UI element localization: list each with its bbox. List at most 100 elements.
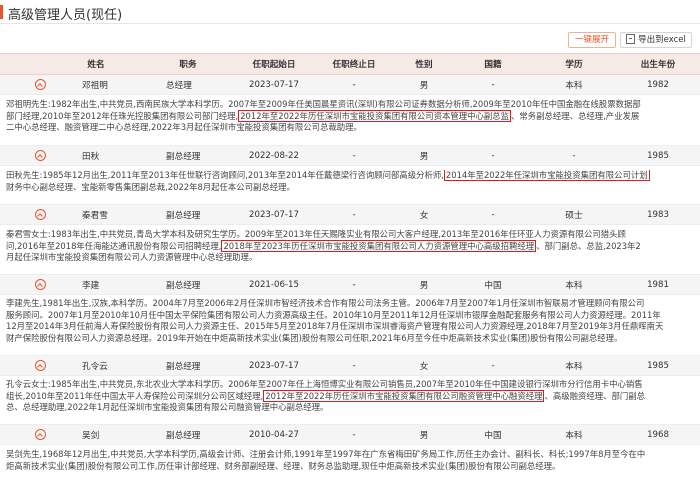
highlighted-text: 2012年至2022年历任深圳市宝能投资集团有限公司资本管理中心副总监	[238, 109, 511, 122]
export-label: 导出到excel	[638, 35, 686, 45]
chevron-up-icon[interactable]	[34, 209, 46, 220]
bio-text: 部门经理,2010年至2012年任珠光控股集团有限公司部门经理,	[6, 110, 239, 121]
collapse-toggle[interactable]	[30, 356, 50, 375]
person-name: 孔令云	[82, 361, 108, 372]
bio-line: 田秋先生:1985年12月出生,2011年至2013年任世联行咨询顾问,2013…	[6, 170, 694, 182]
column-header-gender[interactable]: 性别	[394, 54, 454, 74]
gender: 男	[419, 430, 429, 441]
person-name: 秦君雪	[82, 210, 108, 221]
bio-line: 12月至2014年3月任前海人寿保险股份有限公司人力资源主任、2015年5月至2…	[6, 321, 694, 333]
end-date: -	[352, 209, 356, 220]
table-row[interactable]: 邓祖明 总经理 2023-07-17 - 男 - 本科 1982	[0, 75, 700, 95]
end-date: -	[352, 429, 356, 440]
person-bio: 吴剑先生,1968年12月出生,中共党员,大学本科学历,高级会计师、注册会计师,…	[6, 449, 694, 472]
chevron-up-icon[interactable]	[34, 279, 46, 290]
bio-line: 二中心总经理、融资管理二中心总经理,2022年3月起任深圳市宝能投资集团有限公司…	[6, 122, 694, 134]
accent-bar	[0, 5, 3, 19]
person-bio: 秦君雪女士:1983年出生,中共党员,青岛大学本科及研究生学历。2009年至20…	[6, 229, 694, 264]
start-date: 2023-07-17	[249, 360, 299, 371]
column-header-birth-year[interactable]: 出生年份	[616, 54, 700, 74]
section-title: 高级管理人员(现任)	[8, 8, 123, 23]
highlighted-text: 2018年至2023年历任深圳市宝能投资集团有限公司人力资源管理中心高级招聘经理	[221, 239, 537, 252]
person-title: 副总经理	[166, 280, 201, 291]
bio-line: 服务顾问。2007年1月至2010年10月任中国太平保险集团有限公司人力资源高级…	[6, 310, 694, 322]
bio-line: 吴剑先生,1968年12月出生,中共党员,大学本科学历,高级会计师、注册会计师,…	[6, 449, 694, 461]
bio-line: 炬高新技术实业(集团)股份有限公司工作,历任审计部经理、财务部副经理、经理、财务…	[6, 461, 694, 473]
bio-line: 组长,2010年至2011年任中国太平人寿保险公司深圳分公司区域经理, 2012年…	[6, 389, 694, 403]
education: 本科	[565, 430, 583, 441]
education: 本科	[565, 361, 583, 372]
end-date: -	[352, 360, 356, 371]
education: 硕士	[565, 210, 583, 221]
collapse-toggle[interactable]	[30, 75, 50, 94]
table-row[interactable]: 吴剑 副总经理 2010-04-27 - 男 中国 本科 1968	[0, 425, 700, 445]
education: -	[572, 150, 576, 161]
column-header-name[interactable]: 姓名	[50, 54, 142, 74]
column-header-nationality[interactable]: 国籍	[454, 54, 532, 74]
collapse-toggle[interactable]	[30, 146, 50, 165]
column-header-education[interactable]: 学历	[532, 54, 616, 74]
bio-text: 田秋先生:1985年12月出生,2011年至2013年任世联行咨询顾问,2013…	[6, 170, 444, 180]
collapse-toggle[interactable]	[30, 425, 50, 444]
bio-line: 秦君雪女士:1983年出生,中共党员,青岛大学本科及研究生学历。2009年至20…	[6, 229, 694, 241]
person-name: 邓祖明	[82, 80, 108, 91]
chevron-up-icon[interactable]	[34, 150, 46, 161]
table-row[interactable]: 秦君雪 副总经理 2023-07-17 - 女 - 硕士 1983	[0, 205, 700, 225]
bio-line: 部门经理,2010年至2012年任珠光控股集团有限公司部门经理, 2012年至20…	[6, 109, 694, 123]
bio-text: 、部门副总、总监,2023年2	[536, 240, 641, 251]
birth-year: 1985	[647, 150, 669, 161]
bio-text: 邓祖明先生:1982年出生,中共党员,西南民族大学本科学历。2007年至2009…	[6, 99, 641, 109]
bio-text: 吴剑先生,1968年12月出生,中共党员,大学本科学历,高级会计师、注册会计师,…	[6, 449, 646, 459]
table-row[interactable]: 田秋 副总经理 2022-08-22 - 男 - - 1985	[0, 146, 700, 166]
person-bio: 孔令云女士:1985年出生,中共党员,东北农业大学本科学历。2006年至2007…	[6, 379, 694, 414]
bio-line: 孔令云女士:1985年出生,中共党员,东北农业大学本科学历。2006年至2007…	[6, 379, 694, 391]
education: 本科	[565, 280, 583, 291]
chevron-up-icon[interactable]	[34, 360, 46, 371]
column-header-start-date[interactable]: 任职起始日	[234, 54, 314, 74]
table-row[interactable]: 李建 副总经理 2021-06-15 - 男 中国 本科 1981	[0, 275, 700, 295]
highlighted-text: 2014年至2022年任深圳市宝能投资集团有限公司计划	[443, 170, 650, 181]
table-row[interactable]: 孔令云 副总经理 2023-07-17 - 女 - 本科 1985	[0, 356, 700, 376]
chevron-up-icon[interactable]	[34, 429, 46, 440]
expand-all-button[interactable]: 一键展开	[568, 32, 616, 48]
bio-line: 月起任深圳市宝能投资集团有限公司人力资源管理中心总经理助理。	[6, 252, 694, 264]
birth-year: 1982	[647, 79, 669, 90]
start-date: 2023-07-17	[249, 79, 299, 90]
person-title: 副总经理	[166, 151, 201, 162]
nationality: 中国	[484, 430, 502, 441]
bio-line: 李建先生,1981年出生,汉族,本科学历。2004年7月至2006年2月任深圳市…	[6, 298, 694, 310]
bio-line: 财产保险股份有限公司人力资源总经理。2019年开始在中炬高新技术实业(集团)股份…	[6, 333, 694, 345]
bio-line: 邓祖明先生:1982年出生,中共党员,西南民族大学本科学历。2007年至2009…	[6, 99, 694, 111]
person-bio: 李建先生,1981年出生,汉族,本科学历。2004年7月至2006年2月任深圳市…	[6, 298, 694, 344]
excel-icon	[626, 34, 636, 44]
nationality: -	[491, 150, 495, 161]
collapse-toggle[interactable]	[30, 205, 50, 224]
column-header-end-date[interactable]: 任职终止日	[314, 54, 394, 74]
bio-text: 总、总经理助理,2022年1月起任深圳市宝能投资集团有限公司融资管理中心副总经理…	[6, 402, 329, 413]
bio-text: 财产保险股份有限公司人力资源总经理。2019年开始在中炬高新技术实业(集团)股份…	[6, 332, 623, 343]
table-header: 姓名 职务 任职起始日 任职终止日 性别 国籍 学历 出生年份	[0, 53, 700, 75]
person-name: 田秋	[82, 151, 100, 162]
chevron-up-icon[interactable]	[34, 79, 46, 90]
end-date: -	[352, 279, 356, 290]
person-bio: 田秋先生:1985年12月出生,2011年至2013年任世联行咨询顾问,2013…	[6, 170, 694, 193]
person-title: 副总经理	[166, 430, 201, 441]
bio-line: 问,2016年至2018年任海能达通讯股份有限公司招聘经理, 2018年至2023…	[6, 239, 694, 253]
gender: 女	[419, 361, 429, 372]
person-title: 副总经理	[166, 361, 201, 372]
birth-year: 1981	[647, 279, 669, 290]
section-header: 高级管理人员(现任)	[0, 0, 700, 24]
person-name: 吴剑	[82, 430, 100, 441]
bio-text: 服务顾问。2007年1月至2010年10月任中国太平保险集团有限公司人力资源高级…	[6, 309, 661, 320]
nationality: -	[491, 209, 495, 220]
start-date: 2010-04-27	[249, 429, 299, 440]
bio-text: 问,2016年至2018年任海能达通讯股份有限公司招聘经理,	[6, 240, 222, 251]
gender: 女	[419, 210, 429, 221]
bio-text: 孔令云女士:1985年出生,中共党员,东北农业大学本科学历。2006年至2007…	[6, 379, 643, 389]
collapse-toggle[interactable]	[30, 275, 50, 294]
nationality: -	[491, 360, 495, 371]
person-title: 总经理	[166, 80, 192, 91]
person-title: 副总经理	[166, 210, 201, 221]
column-header-title[interactable]: 职务	[142, 54, 234, 74]
export-excel-button[interactable]: 导出到excel	[620, 32, 692, 48]
